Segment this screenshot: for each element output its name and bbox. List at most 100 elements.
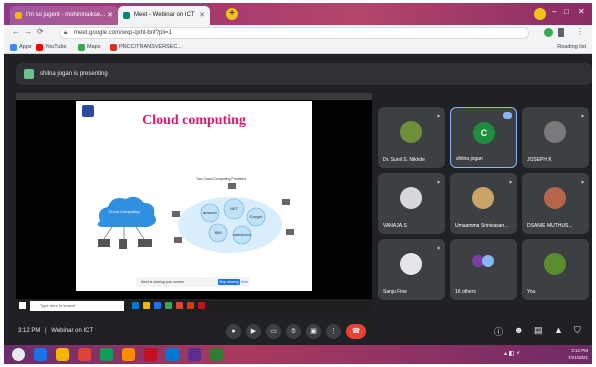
lock-icon: 🔒︎: [64, 30, 68, 36]
taskbar-app-icon: [187, 302, 194, 309]
taskbar-app-icon[interactable]: [56, 348, 69, 361]
screen-share-notice: Meet is sharing your screen Stop sharing…: [136, 277, 250, 287]
microphone-button[interactable]: ●: [226, 324, 241, 339]
minimize-icon[interactable]: –: [552, 7, 556, 16]
taskbar-app-icon: [132, 302, 139, 309]
profile-avatar-icon[interactable]: [534, 8, 546, 20]
forward-icon[interactable]: →: [24, 27, 32, 36]
participant-avatar: [400, 253, 422, 275]
mic-off-icon: ⁎: [581, 179, 584, 185]
taskbar-app-icon[interactable]: [78, 348, 91, 361]
close-tab-icon[interactable]: ✕: [107, 6, 113, 25]
participant-name: Umaamma Srinivasan...: [455, 223, 509, 229]
taskbar-app-icon[interactable]: [34, 348, 47, 361]
taskbar-app-icon[interactable]: [100, 348, 113, 361]
system-clock[interactable]: 3:12 PM 7/21/2021: [568, 347, 588, 361]
reload-icon[interactable]: ⟳: [37, 27, 44, 36]
participant-avatar: [472, 187, 494, 209]
extensions-puzzle-icon[interactable]: [558, 28, 564, 37]
windows-taskbar: ▴ ◧ ⚡︎ 3:12 PM 7/21/2021: [4, 345, 592, 364]
close-tab-icon[interactable]: ✕: [199, 6, 205, 25]
participant-name: shilna jogan: [456, 156, 483, 162]
participant-tile[interactable]: ⁎ VANAJA.S: [378, 173, 445, 234]
taskbar-app-icon: [198, 302, 205, 309]
captions-button[interactable]: ▭: [266, 324, 281, 339]
taskbar-app-icon[interactable]: [210, 348, 223, 361]
system-tray-icons[interactable]: ▴ ◧ ⚡︎: [504, 350, 520, 357]
more-options-icon[interactable]: [503, 112, 512, 119]
leave-call-button[interactable]: ☎︎: [346, 324, 366, 339]
taskbar-app-icon[interactable]: [144, 348, 157, 361]
participant-name: DSANIE MUTHUS...: [527, 223, 573, 229]
participant-avatar: C: [473, 122, 495, 144]
presentation-slide: Cloud computing Cloud Computing Two Clou…: [76, 101, 312, 291]
hide-notice-button[interactable]: Hide: [241, 277, 248, 287]
address-bar-row: ← → ⟳ 🔒︎ meet.google.com/wxp-qxhl-bnf?pl…: [4, 25, 592, 41]
activities-icon[interactable]: ▲: [554, 325, 563, 335]
chrome-menu-icon[interactable]: ⋮: [576, 27, 584, 36]
meeting-controls-bar: 3:12 PM | Webinar on ICT ● ▶ ▭ ✋︎ ▣ ⋮ ☎︎…: [4, 317, 592, 345]
bookmark-label: Maps: [87, 44, 101, 50]
shared-windows-taskbar: Type here to search: [16, 299, 372, 313]
stop-sharing-button[interactable]: Stop sharing: [218, 279, 240, 285]
notice-text: Meet is sharing your screen: [141, 280, 184, 284]
windows-start-icon[interactable]: [12, 348, 25, 361]
meeting-info-icon[interactable]: ⓘ: [494, 325, 503, 338]
chat-icon[interactable]: ▤: [534, 325, 543, 336]
close-window-icon[interactable]: ✕: [578, 7, 585, 16]
bubble-label: NET: [230, 206, 239, 211]
camera-button[interactable]: ▶: [246, 324, 261, 339]
mic-off-icon: ⁎: [437, 113, 440, 119]
bookmark-label: Apps: [19, 44, 32, 50]
participant-tile-active[interactable]: C shilna jogan: [450, 107, 517, 168]
bookmark-apps[interactable]: Apps: [10, 43, 32, 52]
taskbar-app-icon[interactable]: [188, 348, 201, 361]
taskbar-app-icon: [176, 302, 183, 309]
reading-list-label: Reading list: [557, 44, 586, 50]
shared-screen[interactable]: Cloud computing Cloud Computing Two Clou…: [16, 93, 372, 313]
extension-icon[interactable]: [544, 28, 553, 37]
maximize-icon[interactable]: □: [564, 7, 569, 16]
more-options-button[interactable]: ⋮: [326, 324, 341, 339]
taskbar-app-icon[interactable]: [166, 348, 179, 361]
shared-window-titlebar: [16, 93, 372, 100]
start-icon: [19, 302, 26, 309]
browser-tab-1[interactable]: I'm so jugent - mohininaikse... ✕: [10, 6, 118, 25]
new-tab-button[interactable]: +: [226, 8, 238, 20]
participant-tile[interactable]: ⁎ Sanju Fine: [378, 239, 445, 300]
apps-icon: [10, 44, 17, 51]
participant-avatar: [544, 121, 566, 143]
reading-list-button[interactable]: Reading list: [557, 43, 586, 52]
presenting-text: shilna jogan is presenting: [40, 71, 108, 77]
cloud-network-diagram: Cloud Computing: [97, 196, 156, 249]
participant-tile[interactable]: ⁎ Umaamma Srinivasan...: [450, 173, 517, 234]
taskbar-app-icon: [154, 302, 161, 309]
bookmark-maps[interactable]: Maps: [78, 43, 100, 52]
slide-title: Cloud computing: [142, 113, 246, 128]
taskbar-app-icon[interactable]: [122, 348, 135, 361]
others-avatar-icon: [482, 255, 494, 267]
participant-tile[interactable]: ⁎ Dr. Sunil S. Nikhde: [378, 107, 445, 168]
url-bar[interactable]: 🔒︎ meet.google.com/wxp-qxhl-bnf?pli=1: [59, 27, 529, 39]
clock-date: 7/21/2021: [567, 355, 588, 360]
people-icon[interactable]: ☻: [514, 325, 523, 335]
bubble-label: amazon: [203, 210, 217, 215]
self-tile[interactable]: You: [522, 239, 589, 300]
host-controls-icon[interactable]: ⛉: [574, 325, 581, 336]
participant-tile[interactable]: ⁎ JOSEPH K: [522, 107, 589, 168]
bookmark-pncc[interactable]: PNCC/TRANSVERSEC...: [110, 43, 182, 52]
search-placeholder: Type here to search: [40, 303, 76, 308]
raise-hand-button[interactable]: ✋︎: [286, 324, 301, 339]
participant-name: JOSEPH K: [527, 157, 552, 163]
bookmark-youtube[interactable]: YouTube: [36, 43, 67, 52]
maps-icon: [78, 44, 85, 51]
others-tile[interactable]: 16 others: [450, 239, 517, 300]
participant-avatar: [400, 187, 422, 209]
details-separator: |: [45, 328, 47, 334]
bubble-label: IBM: [214, 230, 221, 235]
taskbar-app-icon: [143, 302, 150, 309]
participant-tile[interactable]: ⁎ DSANIE MUTHUS...: [522, 173, 589, 234]
back-icon[interactable]: ←: [12, 27, 20, 36]
present-now-button[interactable]: ▣: [306, 324, 321, 339]
browser-tab-2[interactable]: Meet - Webinar on ICT ✕: [118, 6, 210, 25]
